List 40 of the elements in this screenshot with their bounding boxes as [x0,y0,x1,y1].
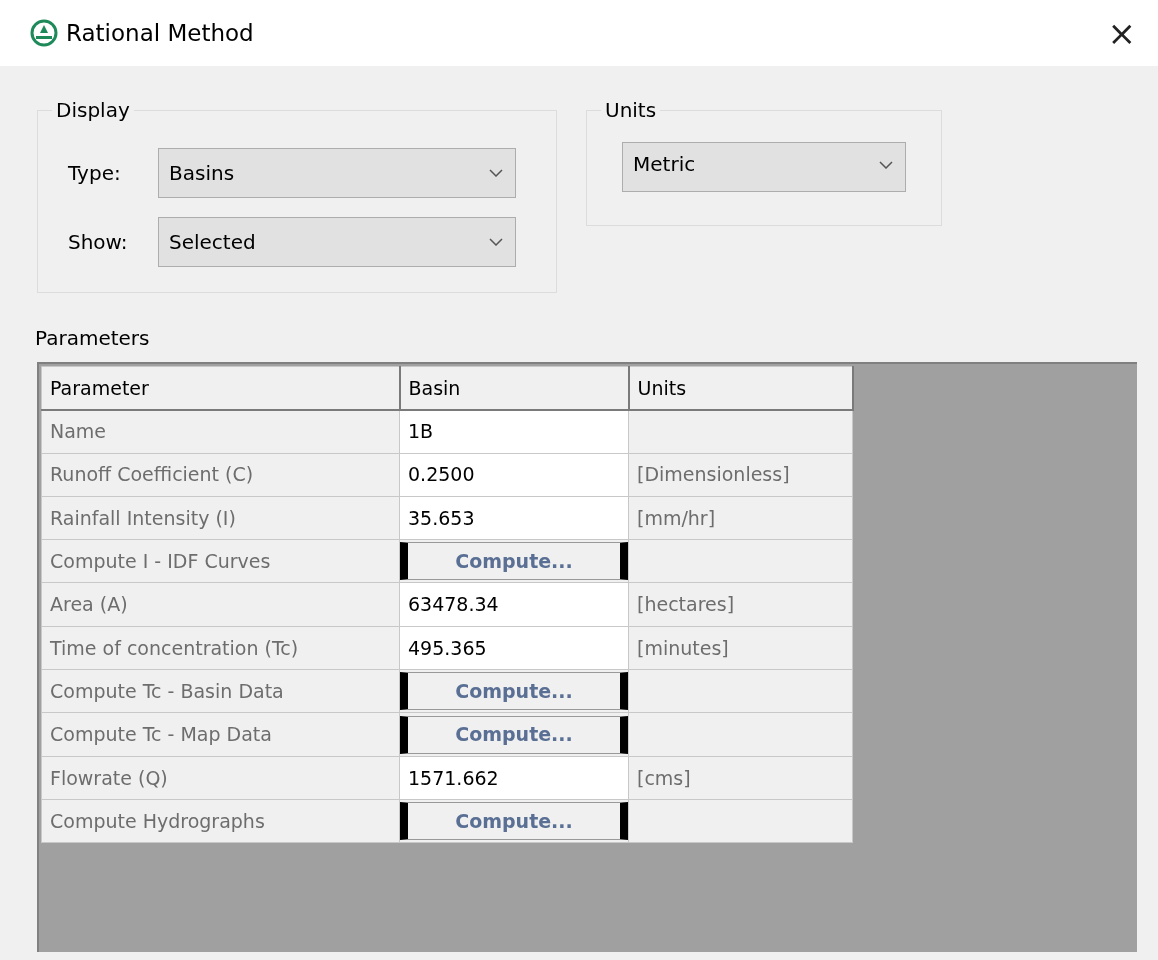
units-cell: [cms] [628,756,853,800]
parameter-cell: Flowrate (Q) [41,756,400,800]
type-dropdown[interactable]: Basins [158,148,516,198]
column-header[interactable]: Basin [399,366,629,410]
units-cell: [minutes] [628,626,853,670]
compute-button[interactable]: Compute... [400,672,628,711]
column-header[interactable]: Units [628,366,853,410]
units-cell: [mm/hr] [628,496,853,540]
parameter-cell: Rainfall Intensity (I) [41,496,400,540]
chevron-icon [489,169,503,177]
units-cell: [hectares] [628,583,853,627]
value-cell[interactable]: 1B [399,409,629,454]
parameter-cell: Compute Hydrographs [41,799,400,843]
parameter-cell: Name [41,409,400,454]
value-cell[interactable]: 35.653 [399,496,629,540]
field-label: Show: [68,229,129,256]
parameter-cell: Compute Tc - Basin Data [41,669,400,713]
value-cell[interactable]: 495.365 [399,626,629,670]
column-header[interactable]: Parameter [41,366,400,410]
units-cell: [Dimensionless] [628,453,853,497]
parameter-cell: Compute Tc - Map Data [41,712,400,757]
field-label: Type: [68,160,122,187]
value-cell[interactable]: 63478.34 [399,583,629,627]
units-dropdown[interactable]: Metric [622,142,906,192]
section-label: Parameters [35,325,150,352]
compute-button[interactable]: Compute... [400,715,628,754]
parameter-cell: Runoff Coefficient (C) [41,453,400,497]
parameter-cell: Compute I - IDF Curves [41,539,400,583]
value-cell[interactable]: 1571.662 [399,756,629,800]
value-cell[interactable]: 0.2500 [399,453,629,497]
chevron-icon [489,238,503,246]
parameter-cell: Time of concentration (Tc) [41,626,400,670]
window-title: Rational Method [66,18,254,48]
app-icon [30,19,58,47]
parameter-cell: Area (A) [41,583,400,627]
compute-button[interactable]: Compute... [400,542,628,581]
close-button[interactable]: × [1101,16,1142,50]
chevron-icon [879,161,893,169]
compute-button[interactable]: Compute... [400,802,628,841]
show-dropdown[interactable]: Selected [158,217,516,267]
